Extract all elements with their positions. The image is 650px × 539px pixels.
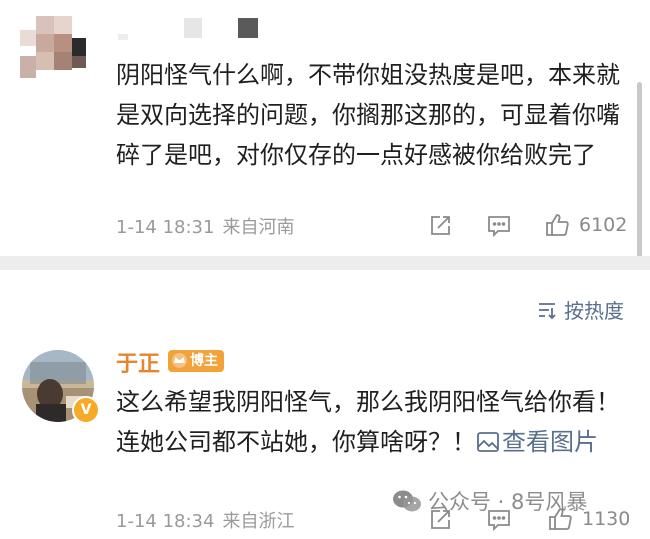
comment-date: 1-14 18:34 [116, 511, 215, 532]
comment-icon[interactable] [486, 213, 512, 239]
like-icon[interactable] [544, 212, 570, 238]
comment-meta: 1-14 18:34 来自浙江 [116, 507, 294, 533]
watermark: 公众号 · 8号风暴 [392, 486, 587, 516]
wechat-icon [393, 490, 421, 512]
image-icon [477, 432, 499, 452]
blogger-badge: 博主 [168, 350, 224, 372]
comment-location: 来自浙江 [222, 511, 295, 532]
section-divider [0, 256, 650, 270]
crown-icon [172, 353, 187, 368]
author-name[interactable]: 于正 [116, 346, 160, 378]
commenter-name-pixelated[interactable] [118, 18, 278, 42]
view-image-label: 查看图片 [502, 428, 598, 456]
comment-meta: 1-14 18:31 来自河南 [116, 213, 294, 239]
verified-badge-icon: V [72, 396, 100, 424]
view-image-link[interactable]: 查看图片 [476, 428, 598, 456]
comment-location: 来自河南 [222, 217, 295, 238]
sort-icon [539, 302, 556, 319]
badge-label: 博主 [190, 353, 218, 369]
comment-date: 1-14 18:31 [116, 217, 215, 238]
sort-by-hot-button[interactable]: 按热度 [536, 295, 624, 324]
commenter-avatar-pixelated[interactable] [20, 16, 102, 80]
watermark-text: 公众号 · 8号风暴 [428, 490, 588, 514]
comment-text: 这么希望我阴阳怪气，那么我阴阳怪气给你看！连她公司都不站她，你算啥呀？！ 查看图片 [116, 382, 621, 462]
scrollbar[interactable] [637, 82, 642, 262]
like-count: 6102 [579, 214, 628, 236]
share-icon[interactable] [427, 213, 453, 239]
sort-label: 按热度 [564, 299, 624, 323]
comment-text: 阴阳怪气什么啊，不带你姐没热度是吧，本来就是双向选择的问题，你搁那这那的，可显着… [116, 61, 620, 169]
like-count: 1130 [582, 508, 631, 530]
